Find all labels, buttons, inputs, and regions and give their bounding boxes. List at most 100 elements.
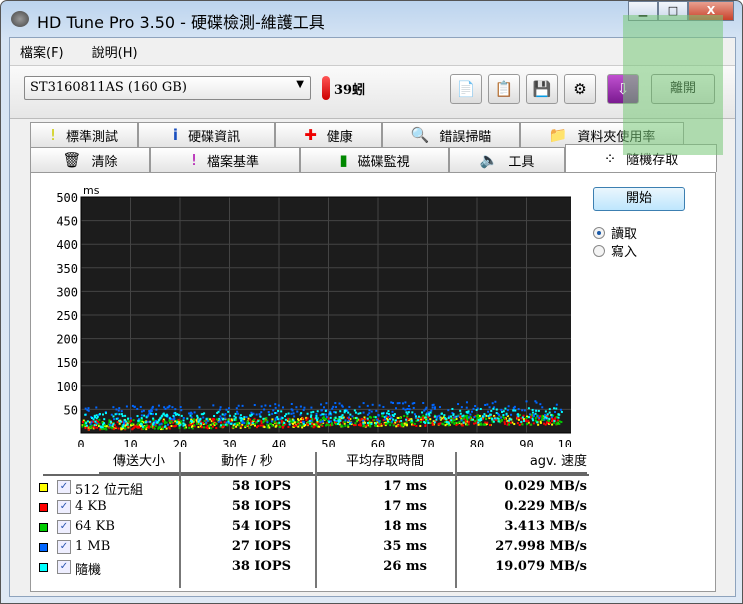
scatter-point — [503, 422, 506, 425]
scatter-point — [281, 416, 284, 419]
size-label: 1 MB — [75, 539, 111, 554]
tab-health[interactable]: ✚ 健康 — [275, 122, 382, 147]
tab-label: 磁碟監視 — [357, 154, 410, 170]
scatter-point — [136, 407, 139, 410]
scatter-point — [466, 418, 469, 421]
write-radio[interactable]: 寫入 — [593, 241, 637, 260]
scatter-point — [435, 418, 438, 421]
scatter-point — [480, 417, 483, 420]
scatter-point — [352, 417, 355, 420]
scatter-point — [531, 408, 534, 411]
scatter-point — [266, 426, 269, 429]
scatter-point — [190, 416, 193, 419]
tab-error-scan[interactable]: 🔍 錯誤掃瞄 — [382, 122, 520, 147]
speed-value: 3.413 MB/s — [504, 519, 587, 534]
scatter-point — [471, 418, 474, 421]
series-checkbox[interactable]: ✓ — [57, 560, 71, 574]
scatter-point — [557, 416, 560, 419]
scatter-point — [369, 425, 372, 428]
scatter-point — [243, 416, 246, 419]
scatter-point — [500, 419, 503, 422]
scatter-point — [387, 420, 390, 423]
scatter-point — [121, 425, 124, 428]
scatter-point — [237, 404, 240, 407]
scatter-point — [546, 422, 549, 425]
scatter-point — [558, 422, 561, 425]
scatter-point — [538, 416, 541, 419]
scatter-point — [115, 417, 118, 420]
scatter-point — [413, 422, 416, 425]
series-checkbox[interactable]: ✓ — [57, 480, 71, 494]
scatter-point — [196, 414, 199, 417]
tab-tools[interactable]: 🔈 工具 — [449, 147, 565, 172]
options-button[interactable]: ⚙ — [564, 74, 596, 104]
scatter-point — [536, 421, 539, 424]
scatter-point — [334, 402, 337, 405]
scatter-point — [488, 406, 491, 409]
tab-benchmark[interactable]: ! 標準測試 — [30, 122, 138, 147]
copy-text-button[interactable]: 📄 — [450, 74, 482, 104]
scatter-point — [417, 419, 420, 422]
scatter-point — [271, 418, 274, 421]
read-radio[interactable]: 讀取 — [593, 223, 637, 242]
scatter-point — [145, 416, 148, 419]
tab-erase[interactable]: 🗑 清除 — [30, 147, 150, 172]
scatter-point — [123, 421, 126, 424]
iops-value: 38 IOPS — [231, 559, 291, 574]
menu-file[interactable]: 檔案(F) — [20, 42, 64, 61]
scatter-point — [421, 411, 424, 414]
size-label: 隨機 — [75, 563, 102, 578]
scatter-point — [340, 424, 343, 427]
radio-circle — [593, 226, 605, 239]
scatter-point — [332, 405, 335, 408]
scatter-point — [120, 413, 123, 416]
scatter-point — [152, 417, 155, 420]
scatter-point — [491, 402, 494, 405]
scatter-point — [376, 425, 379, 428]
tab-disk-monitor[interactable]: ▮ 磁碟監視 — [300, 147, 449, 172]
start-button[interactable]: 開始 — [593, 187, 685, 211]
scatter-point — [477, 421, 480, 424]
scatter-point — [366, 417, 369, 420]
menu-help[interactable]: 說明(H) — [92, 42, 138, 61]
scatter-point — [493, 417, 496, 420]
series-checkbox[interactable]: ✓ — [57, 520, 71, 534]
scatter-point — [310, 411, 313, 414]
scatter-point — [292, 412, 295, 415]
save-button[interactable]: 💾 — [526, 74, 558, 104]
scatter-point — [150, 412, 153, 415]
scatter-point — [544, 410, 547, 413]
scatter-point — [419, 424, 422, 427]
scatter-point — [164, 414, 167, 417]
scatter-point — [404, 401, 407, 404]
scatter-point — [143, 414, 146, 417]
scatter-point — [331, 423, 334, 426]
scatter-point — [293, 424, 296, 427]
drive-select[interactable]: ST3160811AS (160 GB) ▼ — [24, 76, 311, 100]
scatter-point — [259, 424, 262, 427]
scatter-point — [506, 409, 509, 412]
scatter-point — [158, 423, 161, 426]
scatter-point — [298, 424, 301, 427]
scatter-point — [274, 412, 277, 415]
scatter-point — [244, 424, 247, 427]
series-checkbox[interactable]: ✓ — [57, 540, 71, 554]
scatter-point — [306, 412, 309, 415]
scatter-point — [224, 413, 227, 416]
series-checkbox[interactable]: ✓ — [57, 500, 71, 514]
tab-label: 硬碟資訊 — [188, 129, 241, 145]
scatter-point — [140, 414, 143, 417]
tab-file-benchmark[interactable]: ! 檔案基準 — [150, 147, 300, 172]
scatter-point — [118, 413, 121, 416]
scatter-point — [324, 409, 327, 412]
tab-info[interactable]: i 硬碟資訊 — [138, 122, 275, 147]
file-benchmark-icon: ! — [190, 151, 197, 169]
scatter-point — [472, 407, 475, 410]
copy-screenshot-button[interactable]: 📋 — [488, 74, 520, 104]
scatter-point — [432, 403, 435, 406]
scatter-point — [543, 418, 546, 421]
scatter-point — [84, 407, 87, 410]
x-tick-label: 100% — [558, 438, 571, 447]
scatter-point — [364, 418, 367, 421]
scatter-point — [528, 413, 531, 416]
